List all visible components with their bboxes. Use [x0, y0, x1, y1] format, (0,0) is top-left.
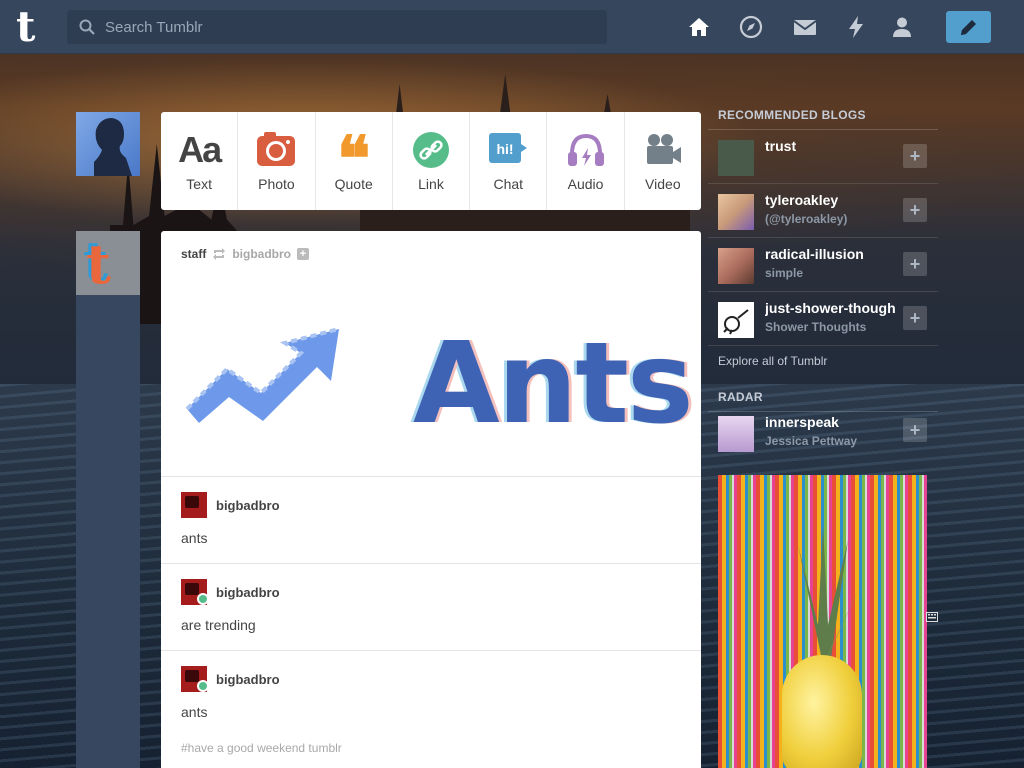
svg-text:hi!: hi!: [497, 141, 514, 157]
post-type-bar: Aa Text Photo ❝ Quote Link hi! Chat Audi…: [161, 112, 701, 210]
blog-subtitle: Shower Thoughts: [765, 320, 867, 334]
blog-avatar[interactable]: [718, 302, 754, 338]
headphones-icon: [567, 133, 604, 166]
reply-avatar[interactable]: [181, 492, 207, 518]
reply-item: bigbadbro ants: [161, 476, 701, 563]
post-type-label: Audio: [567, 176, 604, 192]
post-author-avatar[interactable]: t: [76, 231, 140, 295]
blog-subtitle: Jessica Pettway: [765, 434, 858, 448]
post-author-name[interactable]: staff: [181, 247, 206, 261]
blog-avatar[interactable]: [718, 140, 754, 176]
right-sidebar: RECOMMENDED BLOGS trust + tyleroakley (@…: [708, 108, 938, 768]
reply-text: ants: [181, 530, 208, 546]
search-box[interactable]: [67, 10, 607, 44]
mail-icon[interactable]: [793, 15, 817, 39]
video-camera-icon: [646, 134, 681, 164]
pencil-icon: [961, 20, 976, 35]
reblog-badge-icon: [197, 593, 209, 605]
post-header: staff bigbadbro +: [181, 247, 310, 261]
lightning-icon[interactable]: [844, 15, 868, 39]
reply-avatar[interactable]: [181, 579, 209, 605]
reblogged-from-name[interactable]: bigbadbro: [232, 247, 291, 261]
blog-subtitle: (@tyleroakley): [765, 212, 848, 226]
compose-button[interactable]: [946, 11, 991, 43]
post-type-label: Link: [418, 176, 444, 192]
reply-username[interactable]: bigbadbro: [216, 585, 280, 600]
radar-blog[interactable]: innerspeak Jessica Pettway +: [708, 412, 938, 458]
reply-item: bigbadbro are trending: [161, 563, 701, 650]
blog-subtitle: simple: [765, 266, 804, 280]
post-image: Ants: [181, 323, 694, 440]
reply-username[interactable]: bigbadbro: [216, 498, 280, 513]
post-type-label: Photo: [258, 176, 295, 192]
search-input[interactable]: [105, 10, 595, 44]
blog-avatar[interactable]: [718, 248, 754, 284]
blog-avatar[interactable]: [718, 194, 754, 230]
reply-item: bigbadbro ants #have a good weekend tumb…: [161, 650, 701, 768]
post-type-audio[interactable]: Audio: [547, 112, 625, 210]
post-type-label: Video: [645, 176, 681, 192]
post-type-text[interactable]: Aa Text: [161, 112, 239, 210]
staff-avatar-logo: t: [86, 232, 111, 296]
trending-arrow-icon: [185, 327, 340, 423]
reply-avatar[interactable]: [181, 666, 209, 692]
post-type-photo[interactable]: Photo: [238, 112, 316, 210]
recommended-blog[interactable]: just-shower-thoughts Shower Thoughts +: [708, 292, 938, 346]
follow-button[interactable]: +: [903, 418, 927, 442]
pineapple-leaves: [783, 525, 863, 665]
home-icon[interactable]: [687, 15, 711, 39]
person-icon[interactable]: [890, 15, 914, 39]
blog-name[interactable]: innerspeak: [765, 414, 895, 430]
radar-post-image[interactable]: [718, 475, 927, 768]
chat-icon: hi!: [488, 130, 528, 170]
post-type-chat[interactable]: hi! Chat: [470, 112, 548, 210]
reply-text: ants: [181, 704, 208, 720]
blog-name[interactable]: tyleroakley: [765, 192, 895, 208]
post-type-video[interactable]: Video: [625, 112, 701, 210]
blog-name[interactable]: just-shower-thoughts: [765, 300, 895, 316]
blog-name[interactable]: trust: [765, 138, 895, 154]
text-icon: Aa: [178, 129, 222, 170]
follow-square-icon[interactable]: +: [297, 248, 310, 260]
post-type-quote[interactable]: ❝ Quote: [316, 112, 393, 210]
user-avatar[interactable]: [76, 112, 140, 176]
quote-icon: ❝: [337, 122, 371, 195]
silhouette-avatar-image: [94, 118, 132, 176]
explore-link[interactable]: Explore all of Tumblr: [708, 346, 938, 390]
camera-icon: [257, 132, 296, 166]
ants-title-image-text: Ants: [413, 319, 694, 449]
post-type-label: Text: [186, 176, 212, 192]
post-avatar-column: [76, 231, 140, 768]
recommended-blogs-heading: RECOMMENDED BLOGS: [708, 108, 938, 130]
link-icon: [412, 132, 449, 168]
follow-button[interactable]: +: [903, 198, 927, 222]
tumblr-logo[interactable]: t: [16, 6, 50, 48]
follow-button[interactable]: +: [903, 144, 927, 168]
reply-username[interactable]: bigbadbro: [216, 672, 280, 687]
recommended-blog[interactable]: radical-illusion simple +: [708, 238, 938, 292]
follow-button[interactable]: +: [903, 252, 927, 276]
post-type-label: Chat: [493, 176, 524, 192]
dashboard-post: staff bigbadbro + Ants bigbadbro ants bi…: [161, 231, 701, 768]
compass-icon[interactable]: [739, 15, 763, 39]
reblog-icon: [213, 248, 226, 260]
top-navigation-bar: t: [0, 0, 1024, 54]
search-icon: [79, 19, 95, 35]
radar-heading: RADAR: [708, 390, 938, 412]
reply-text: are trending: [181, 617, 256, 633]
keyboard-icon[interactable]: [926, 612, 938, 622]
recommended-blog[interactable]: tyleroakley (@tyleroakley) +: [708, 184, 938, 238]
pineapple-fruit: [782, 655, 862, 768]
shower-head-icon: [723, 309, 749, 335]
recommended-blog[interactable]: trust +: [708, 130, 938, 184]
blog-avatar[interactable]: [718, 416, 754, 452]
post-type-label: Quote: [334, 176, 373, 192]
reblog-badge-icon: [197, 680, 209, 692]
post-type-link[interactable]: Link: [393, 112, 471, 210]
follow-button[interactable]: +: [903, 306, 927, 330]
post-tags[interactable]: #have a good weekend tumblr: [181, 741, 342, 755]
blog-name[interactable]: radical-illusion: [765, 246, 895, 262]
